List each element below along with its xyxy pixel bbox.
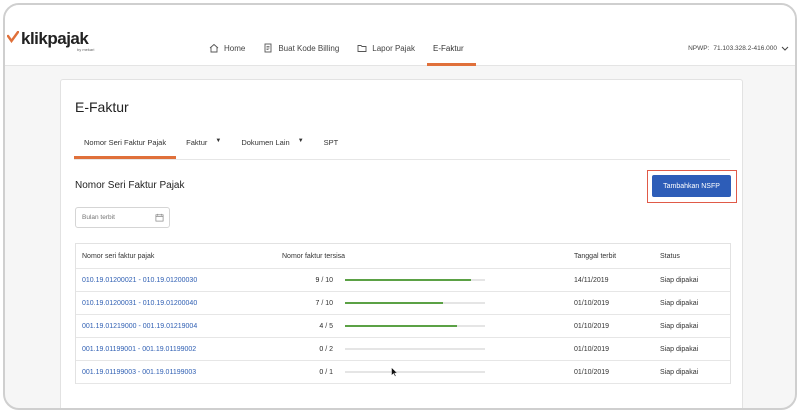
home-icon (209, 43, 219, 53)
table-header: Nomor seri faktur pajak Nomor faktur ter… (76, 244, 730, 269)
e-faktur-card: E-Faktur Nomor Seri Faktur Pajak Faktur … (60, 79, 743, 408)
status-text: Siap dipakai (660, 345, 699, 353)
status-text: Siap dipakai (660, 276, 699, 284)
remaining-count: 4 / 5 (319, 322, 333, 330)
nsfp-range-link[interactable]: 001.19.01219000 - 001.19.01219004 (76, 323, 276, 330)
nav-label: Buat Kode Billing (278, 44, 340, 53)
nav-item-e-faktur[interactable]: E-Faktur (426, 34, 476, 66)
issue-date: 01/10/2019 (574, 345, 610, 353)
remaining-count: 0 / 1 (319, 368, 333, 376)
npwp-label: NPWP: (688, 45, 710, 52)
status-text: Siap dipakai (660, 299, 699, 307)
caret-down-icon: ▼ (215, 138, 222, 144)
tab-label: Faktur (186, 138, 208, 147)
nsfp-range-link[interactable]: 001.19.01199001 - 001.19.01199002 (76, 346, 276, 353)
table-row: 001.19.01199001 - 001.19.01199002 0 / 2 … (76, 338, 730, 361)
nav-label: Home (224, 44, 246, 53)
column-header: Nomor faktur tersisa (282, 252, 346, 260)
remaining-count: 9 / 10 (315, 276, 333, 284)
progress-fill (345, 279, 471, 281)
page-title: E-Faktur (75, 99, 129, 115)
table-row: 001.19.01199003 - 001.19.01199003 0 / 1 … (76, 361, 730, 384)
nav-label: E-Faktur (432, 44, 464, 53)
remaining-cell: 0 / 1 (276, 369, 568, 376)
nav-item-lapor-pajak[interactable]: Lapor Pajak (351, 34, 427, 66)
main-nav: Home Buat Kode Billing Lapor Pajak E-Fak… (203, 34, 476, 66)
remaining-cell: 7 / 10 (276, 300, 568, 307)
document-icon (264, 43, 272, 53)
table-row: 010.19.01200021 - 010.19.01200030 9 / 10… (76, 269, 730, 292)
bulan-terbit-input[interactable] (82, 214, 142, 221)
remaining-cell: 0 / 2 (276, 346, 568, 353)
remaining-progress-bar (345, 371, 485, 373)
issue-date: 01/10/2019 (574, 299, 610, 307)
remaining-progress-bar (345, 348, 485, 350)
remaining-progress-bar (345, 302, 485, 304)
remaining-count: 7 / 10 (315, 299, 333, 307)
folder-icon (357, 45, 367, 52)
column-header: Nomor seri faktur pajak (82, 252, 155, 260)
remaining-cell: 4 / 5 (276, 323, 568, 330)
caret-down-icon: ▼ (297, 138, 304, 144)
logo-check-icon (7, 31, 19, 43)
logo-tagline: by mekari (77, 47, 95, 52)
tab-faktur[interactable]: Faktur ▼ (176, 133, 231, 159)
chevron-down-icon (781, 46, 789, 51)
remaining-count: 0 / 2 (319, 345, 333, 353)
nsfp-range-link[interactable]: 010.19.01200031 - 010.19.01200040 (76, 300, 276, 307)
mouse-cursor-icon (391, 367, 398, 377)
remaining-cell: 9 / 10 (276, 277, 568, 284)
app-window: klikpajak by mekari Home Buat Kode Billi… (3, 3, 797, 410)
tab-label: Nomor Seri Faktur Pajak (84, 138, 167, 147)
nsfp-range-link[interactable]: 010.19.01200021 - 010.19.01200030 (76, 277, 276, 284)
tab-dokumen-lain[interactable]: Dokumen Lain ▼ (231, 133, 313, 159)
nsfp-table: Nomor seri faktur pajak Nomor faktur ter… (75, 243, 731, 384)
remaining-progress-bar (345, 279, 485, 281)
bulan-terbit-filter[interactable] (75, 207, 170, 228)
section-title: Nomor Seri Faktur Pajak (75, 180, 185, 191)
status-text: Siap dipakai (660, 368, 699, 376)
add-button-highlight: Tambahkan NSFP (647, 170, 737, 203)
npwp-selector[interactable]: NPWP: 71.103.328.2-416.000 (688, 45, 789, 52)
calendar-icon[interactable] (155, 213, 164, 222)
logo-text: klikpajak (21, 29, 89, 48)
table-row: 010.19.01200031 - 010.19.01200040 7 / 10… (76, 292, 730, 315)
nav-item-home[interactable]: Home (203, 34, 257, 66)
nsfp-range-link[interactable]: 001.19.01199003 - 001.19.01199003 (76, 369, 276, 376)
tambahkan-nsfp-button[interactable]: Tambahkan NSFP (652, 175, 731, 197)
top-navbar: klikpajak by mekari Home Buat Kode Billi… (5, 5, 795, 66)
column-header: Status (660, 252, 680, 260)
e-faktur-tabs: Nomor Seri Faktur Pajak Faktur ▼ Dokumen… (74, 133, 730, 160)
tab-spt[interactable]: SPT (314, 133, 349, 159)
issue-date: 14/11/2019 (574, 276, 609, 284)
nav-item-buat-kode-billing[interactable]: Buat Kode Billing (257, 34, 351, 66)
table-row: 001.19.01219000 - 001.19.01219004 4 / 5 … (76, 315, 730, 338)
issue-date: 01/10/2019 (574, 322, 610, 330)
npwp-value: 71.103.328.2-416.000 (713, 45, 777, 52)
status-text: Siap dipakai (660, 322, 699, 330)
tab-nomor-seri-faktur-pajak[interactable]: Nomor Seri Faktur Pajak (74, 133, 177, 159)
progress-fill (345, 302, 443, 304)
progress-fill (345, 325, 457, 327)
nav-label: Lapor Pajak (372, 44, 415, 53)
remaining-progress-bar (345, 325, 485, 327)
tab-label: SPT (323, 138, 339, 147)
column-header: Tanggal terbit (574, 252, 617, 260)
tab-label: Dokumen Lain (241, 138, 290, 147)
issue-date: 01/10/2019 (574, 368, 610, 376)
